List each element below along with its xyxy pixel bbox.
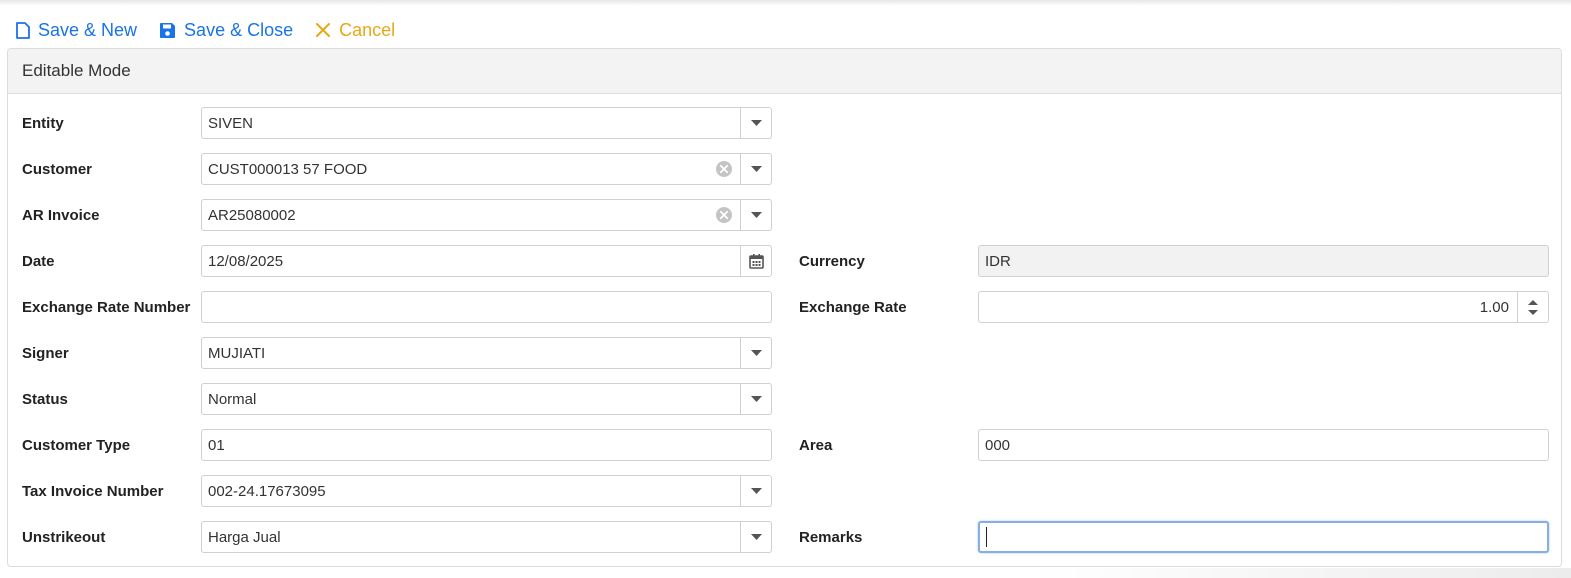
- text-caret: [986, 527, 987, 547]
- row-customer-type-area: Customer Type 01 Area 000: [8, 429, 1563, 461]
- status-select[interactable]: Normal: [201, 383, 772, 415]
- customer-type-label: Customer Type: [22, 436, 131, 454]
- customer-label: Customer: [22, 160, 93, 178]
- exchange-rate-value: 1.00: [1479, 298, 1509, 316]
- exchange-rate-spinner[interactable]: [1517, 292, 1548, 322]
- customer-select[interactable]: CUST000013 57 FOOD: [201, 153, 772, 185]
- toolbar: Save & New Save & Close Cancel: [16, 16, 395, 44]
- floppy-disk-icon: [160, 22, 176, 38]
- chevron-down-icon: [750, 534, 762, 540]
- row-exchange-rate: Exchange Rate Number Exchange Rate 1.00: [8, 291, 1563, 323]
- exchange-rate-number-label: Exchange Rate Number: [22, 298, 191, 316]
- row-date-currency: Date 12/08/2025 Currency IDR: [8, 245, 1563, 277]
- row-unstrikeout-remarks: Unstrikeout Harga Jual Remarks: [8, 521, 1563, 553]
- customer-type-input[interactable]: 01: [201, 429, 772, 461]
- cancel-button[interactable]: Cancel: [315, 20, 395, 41]
- ar-invoice-label: AR Invoice: [22, 206, 100, 224]
- chevron-down-icon: [750, 166, 762, 172]
- top-shadow: [0, 0, 1571, 6]
- spinner-down-icon[interactable]: [1528, 309, 1538, 315]
- chevron-down-icon: [750, 212, 762, 218]
- save-close-label: Save & Close: [184, 19, 294, 40]
- customer-dropdown-button[interactable]: [740, 154, 771, 184]
- area-value: 000: [985, 436, 1011, 454]
- chevron-down-icon: [750, 120, 762, 126]
- remarks-label: Remarks: [799, 528, 863, 546]
- ar-invoice-select[interactable]: AR25080002: [201, 199, 772, 231]
- currency-label: Currency: [799, 252, 865, 270]
- unstrikeout-dropdown-button[interactable]: [740, 522, 771, 552]
- spinner-up-icon[interactable]: [1528, 299, 1538, 305]
- ar-invoice-value: AR25080002: [208, 206, 296, 224]
- chevron-down-icon: [750, 488, 762, 494]
- remarks-input[interactable]: [978, 521, 1549, 553]
- tax-invoice-number-label: Tax Invoice Number: [22, 482, 164, 500]
- status-dropdown-button[interactable]: [740, 384, 771, 414]
- entity-label: Entity: [22, 114, 64, 132]
- tax-invoice-number-value: 002-24.17673095: [208, 482, 326, 500]
- signer-dropdown-button[interactable]: [740, 338, 771, 368]
- area-label: Area: [799, 436, 833, 454]
- entity-select[interactable]: SIVEN: [201, 107, 772, 139]
- x-icon: [316, 23, 331, 37]
- ar-invoice-dropdown-button[interactable]: [740, 200, 771, 230]
- chevron-down-icon: [750, 350, 762, 356]
- panel-title: Editable Mode: [8, 49, 1561, 94]
- row-status: Status Normal: [8, 383, 1563, 415]
- customer-value: CUST000013 57 FOOD: [208, 160, 368, 178]
- row-entity: Entity SIVEN: [8, 107, 1563, 139]
- tax-invoice-number-select[interactable]: 002-24.17673095: [201, 475, 772, 507]
- status-value: Normal: [208, 390, 257, 408]
- entity-dropdown-button[interactable]: [740, 108, 771, 138]
- status-label: Status: [22, 390, 68, 408]
- exchange-rate-number-input[interactable]: [201, 291, 772, 323]
- unstrikeout-label: Unstrikeout: [22, 528, 106, 546]
- bottom-shadow: [1030, 568, 1571, 578]
- date-picker[interactable]: 12/08/2025: [201, 245, 772, 277]
- exchange-rate-label: Exchange Rate: [799, 298, 907, 316]
- signer-select[interactable]: MUJIATI: [201, 337, 772, 369]
- save-new-label: Save & New: [38, 19, 138, 40]
- clear-circle-icon: [716, 207, 732, 223]
- save-new-button[interactable]: Save & New: [16, 20, 137, 41]
- date-label: Date: [22, 252, 55, 270]
- customer-clear-button[interactable]: [708, 154, 740, 184]
- ar-invoice-clear-button[interactable]: [708, 200, 740, 230]
- row-ar-invoice: AR Invoice AR25080002: [8, 199, 1563, 231]
- chevron-down-icon: [750, 396, 762, 402]
- row-tax-invoice-number: Tax Invoice Number 002-24.17673095: [8, 475, 1563, 507]
- cancel-label: Cancel: [339, 19, 396, 40]
- clear-circle-icon: [716, 161, 732, 177]
- date-calendar-button[interactable]: [740, 246, 771, 276]
- area-input[interactable]: 000: [978, 429, 1549, 461]
- entity-value: SIVEN: [208, 114, 254, 132]
- save-close-button[interactable]: Save & Close: [159, 20, 293, 41]
- tax-invoice-number-dropdown-button[interactable]: [740, 476, 771, 506]
- row-signer: Signer MUJIATI: [8, 337, 1563, 369]
- unstrikeout-value: Harga Jual: [208, 528, 281, 546]
- customer-type-value: 01: [208, 436, 225, 454]
- editable-mode-panel: Editable Mode Entity SIVEN Customer CUST…: [7, 48, 1562, 567]
- date-value: 12/08/2025: [208, 252, 284, 270]
- new-document-icon: [16, 21, 30, 39]
- signer-label: Signer: [22, 344, 69, 362]
- calendar-icon: [748, 254, 764, 269]
- signer-value: MUJIATI: [208, 344, 266, 362]
- currency-field: IDR: [978, 245, 1549, 277]
- currency-value: IDR: [985, 252, 1011, 270]
- row-customer: Customer CUST000013 57 FOOD: [8, 153, 1563, 185]
- exchange-rate-stepper[interactable]: 1.00: [978, 291, 1549, 323]
- unstrikeout-select[interactable]: Harga Jual: [201, 521, 772, 553]
